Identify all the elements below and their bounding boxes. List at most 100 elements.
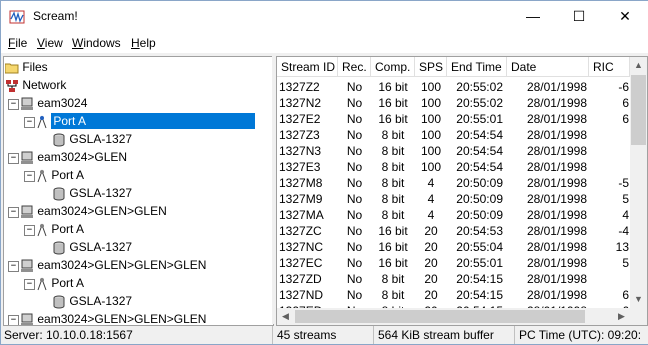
scroll-left-arrow[interactable]: ◀	[277, 308, 294, 325]
menu-file[interactable]: File	[8, 36, 27, 50]
column-header-rec[interactable]: Rec.	[338, 57, 371, 77]
table-cell: No	[346, 128, 363, 142]
stream-table[interactable]: Stream ID Rec. Comp. SPS End Time Date R…	[276, 56, 648, 326]
table-row[interactable]: 1327N3 No 8 bit 100 20:54:54 28/01/1998	[277, 143, 630, 159]
column-header-stream-id[interactable]: Stream ID	[277, 57, 338, 77]
scroll-thumb[interactable]	[295, 310, 585, 323]
table-row[interactable]: 1327N2 No 16 bit 100 20:55:02 28/01/1998 6	[277, 95, 630, 111]
collapse-toggle[interactable]: −	[8, 153, 19, 164]
tree-item-port[interactable]: Port A	[36, 221, 84, 237]
tree-panel[interactable]: Files Network − eam3024 − Port A GSLA-13…	[3, 56, 274, 326]
collapse-toggle[interactable]: −	[24, 117, 35, 128]
tree-label: Port A	[51, 276, 85, 290]
tree-item-port[interactable]: Port A	[36, 275, 84, 291]
table-row[interactable]: 1327ND No 8 bit 20 20:54:15 28/01/1998 6	[277, 287, 630, 303]
menu-view[interactable]: View	[37, 36, 63, 50]
tree-label: GSLA-1327	[69, 294, 133, 308]
port-icon	[37, 277, 47, 290]
table-cell: 1327NC	[279, 240, 324, 254]
table-row[interactable]: 1327NC No 16 bit 20 20:55:04 28/01/1998 13	[277, 239, 630, 255]
collapse-toggle[interactable]: −	[8, 315, 19, 325]
table-cell: 20:54:15	[456, 272, 503, 286]
collapse-toggle[interactable]: −	[8, 261, 19, 272]
table-cell: 20:50:09	[456, 192, 503, 206]
scroll-thumb[interactable]	[631, 75, 646, 145]
collapse-toggle[interactable]: −	[8, 207, 19, 218]
menu-bar: File View Windows Help	[1, 32, 648, 53]
table-cell: 20:55:02	[456, 80, 503, 94]
table-cell: No	[346, 80, 363, 94]
table-cell: 1327N2	[279, 96, 322, 110]
table-row[interactable]: 1327Z3 No 8 bit 100 20:54:54 28/01/1998	[277, 127, 630, 143]
table-row[interactable]: 1327M8 No 8 bit 4 20:50:09 28/01/1998 -5	[277, 175, 630, 191]
tree-item-server[interactable]: eam3024>GLEN>GLEN	[20, 203, 167, 219]
minimize-button[interactable]: —	[510, 1, 556, 32]
table-cell: 28/01/1998	[526, 80, 587, 94]
table-cell: 20	[424, 224, 438, 238]
menu-help[interactable]: Help	[131, 36, 156, 50]
collapse-toggle[interactable]: −	[24, 279, 35, 290]
table-cell: 1327ND	[279, 288, 324, 302]
tree-item-port[interactable]: Port A	[36, 167, 84, 183]
table-cell: No	[346, 224, 363, 238]
tree-item-stream[interactable]: GSLA-1327	[52, 293, 132, 309]
tree-item-server[interactable]: eam3024>GLEN>GLEN>GLEN	[20, 311, 207, 326]
table-cell: 28/01/1998	[526, 176, 587, 190]
table-row[interactable]: 1327EC No 16 bit 20 20:55:01 28/01/1998 5	[277, 255, 630, 271]
table-cell: 1327MA	[279, 208, 324, 222]
table-cell: 8 bit	[381, 176, 405, 190]
tree-item-server[interactable]: eam3024>GLEN	[20, 149, 127, 165]
table-cell: 8 bit	[381, 288, 405, 302]
scroll-right-arrow[interactable]: ▶	[613, 308, 630, 325]
collapse-toggle[interactable]: −	[24, 225, 35, 236]
table-cell: 28/01/1998	[526, 144, 587, 158]
scroll-corner	[630, 308, 647, 325]
close-button[interactable]: ✕	[602, 1, 648, 32]
status-streams: 45 streams	[274, 326, 374, 344]
table-cell: 20	[424, 272, 438, 286]
table-row[interactable]: 1327M9 No 8 bit 4 20:50:09 28/01/1998 5	[277, 191, 630, 207]
column-header-end-time[interactable]: End Time	[447, 57, 507, 77]
tree-label: Network	[22, 78, 67, 92]
column-header-date[interactable]: Date	[507, 57, 589, 77]
column-header-comp[interactable]: Comp.	[371, 57, 415, 77]
vertical-scrollbar[interactable]: ▲ ▼	[630, 57, 647, 325]
table-row[interactable]: 1327MA No 8 bit 4 20:50:09 28/01/1998 4	[277, 207, 630, 223]
table-row[interactable]: 1327ZC No 16 bit 20 20:54:53 28/01/1998 -4	[277, 223, 630, 239]
tree-item-stream[interactable]: GSLA-1327	[52, 185, 132, 201]
table-row[interactable]: 1327ZD No 8 bit 20 20:54:15 28/01/1998	[277, 271, 630, 287]
tree-label: Port A	[51, 168, 85, 182]
menu-windows[interactable]: Windows	[72, 36, 121, 50]
tree-item-files[interactable]: Files	[5, 59, 48, 75]
table-cell: 6	[622, 288, 629, 302]
table-row[interactable]: 1327Z2 No 16 bit 100 20:55:02 28/01/1998 -6	[277, 79, 630, 95]
collapse-toggle[interactable]: −	[24, 171, 35, 182]
tree-item-stream[interactable]: GSLA-1327	[52, 239, 132, 255]
table-row[interactable]: 1327E2 No 16 bit 100 20:55:01 28/01/1998 6	[277, 111, 630, 127]
table-cell: 8 bit	[381, 144, 405, 158]
table-cell: 28/01/1998	[526, 208, 587, 222]
table-cell: 4	[622, 208, 629, 222]
table-cell: 16 bit	[378, 96, 408, 110]
table-cell: 100	[420, 160, 442, 174]
tree-item-stream[interactable]: GSLA-1327	[52, 131, 132, 147]
tree-item-server[interactable]: eam3024	[20, 95, 87, 111]
maximize-button[interactable]: ☐	[556, 1, 602, 32]
table-row[interactable]: 1327E3 No 8 bit 100 20:54:54 28/01/1998	[277, 159, 630, 175]
column-header-ric[interactable]: RIC	[589, 57, 630, 77]
table-cell: 100	[420, 112, 442, 126]
tree-item-port[interactable]: Port A	[36, 113, 256, 129]
collapse-toggle[interactable]: −	[8, 99, 19, 110]
table-cell: 1327E2	[279, 112, 321, 126]
tree-label: eam3024>GLEN>GLEN>GLEN	[37, 312, 207, 326]
table-cell: 28/01/1998	[526, 128, 587, 142]
horizontal-scrollbar[interactable]: ◀ ▶	[277, 308, 630, 325]
column-header-sps[interactable]: SPS	[415, 57, 447, 77]
table-cell: 20:55:01	[456, 256, 503, 270]
table-cell: 16 bit	[378, 256, 408, 270]
table-cell: 6	[622, 96, 629, 110]
scroll-up-arrow[interactable]: ▲	[630, 57, 647, 74]
tree-item-network[interactable]: Network	[5, 77, 66, 93]
scroll-down-arrow[interactable]: ▼	[630, 291, 647, 308]
tree-item-server[interactable]: eam3024>GLEN>GLEN>GLEN	[20, 257, 206, 273]
